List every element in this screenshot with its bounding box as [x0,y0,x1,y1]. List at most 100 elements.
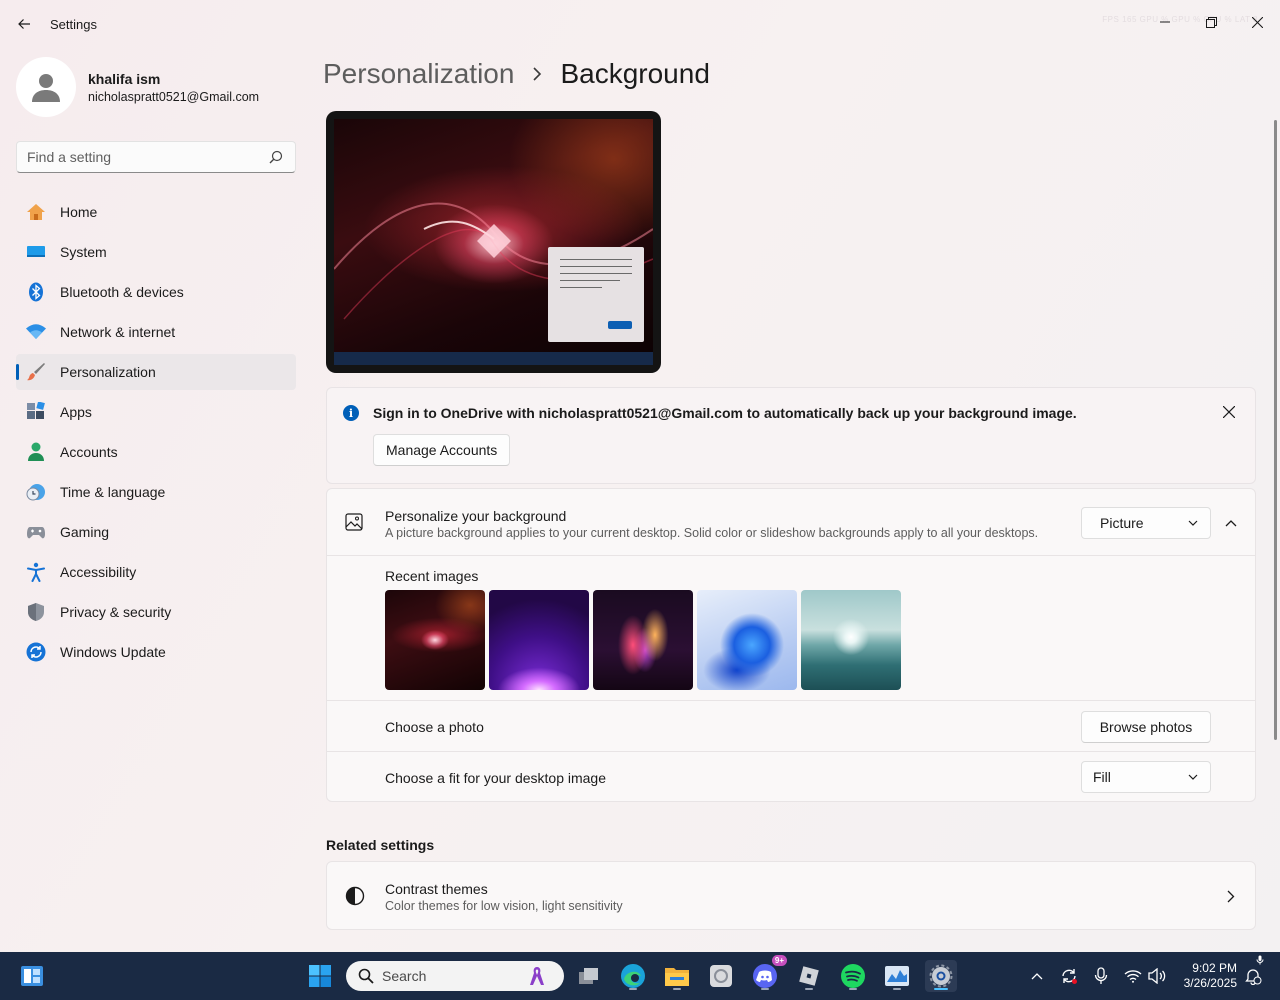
sidebar-item-system[interactable]: System [16,234,296,270]
taskbar-spotify[interactable] [837,960,869,992]
background-type-dropdown[interactable]: Picture [1081,507,1211,539]
scrollbar[interactable] [1274,120,1277,740]
close-window-button[interactable] [1234,6,1280,38]
chevron-up-icon [1225,519,1237,526]
browse-photos-button[interactable]: Browse photos [1081,711,1211,743]
roblox-icon [799,966,819,986]
sidebar-item-privacy-security[interactable]: Privacy & security [16,594,296,630]
fit-value: Fill [1093,769,1111,785]
personalize-title: Personalize your background [385,508,567,524]
taskbar-app-utility[interactable] [705,960,737,992]
recent-image-2[interactable] [489,590,589,690]
manage-accounts-button[interactable]: Manage Accounts [373,434,511,466]
profile-email: nicholaspratt0521@Gmail.com [88,89,260,104]
taskbar-search[interactable]: Search [346,961,564,991]
collapse-button[interactable] [1219,511,1243,535]
sync-tray-button[interactable] [1059,966,1079,986]
fit-dropdown[interactable]: Fill [1081,761,1211,793]
user-icon [32,74,60,102]
breadcrumb-parent[interactable]: Personalization [323,58,514,90]
task-view-button[interactable] [573,960,605,992]
awareness-ribbon-icon [530,967,544,985]
title-bar: Settings FPS 165 GPU % GPU % CPU % LAT 8 [0,0,1280,48]
microphone-icon [1256,955,1264,965]
contrast-themes-link[interactable]: Contrast themes Color themes for low vis… [326,861,1256,930]
desktop-preview [326,111,661,373]
personalize-background-row: Personalize your background A picture ba… [327,489,1255,556]
wifi-icon [26,322,46,342]
sync-icon [1062,969,1077,984]
user-profile[interactable]: khalifa ism nicholaspratt0521@Gmail.com [16,57,259,117]
clock-time: 9:02 PM [1192,961,1237,975]
breadcrumb: Personalization Background [323,58,710,90]
recent-image-4[interactable] [697,590,797,690]
page-title: Background [560,58,710,89]
avatar [16,57,76,117]
taskbar-clock[interactable]: 9:02 PM 3/26/2025 [1180,961,1237,991]
restore-button[interactable] [1188,6,1234,38]
divider [327,700,1255,701]
sidebar-item-accessibility[interactable]: Accessibility [16,554,296,590]
wifi-icon [1124,970,1142,983]
clock-globe-icon [26,482,46,502]
banner-text: Sign in to OneDrive with nicholaspratt05… [373,405,1077,421]
search-input[interactable] [17,149,257,165]
recent-image-1[interactable] [385,590,485,690]
task-view-icon [579,968,598,984]
info-icon: i [343,405,359,421]
minimize-icon [1160,21,1170,23]
volume-tray-button[interactable] [1147,966,1167,986]
banner-close-button[interactable] [1219,402,1239,422]
sidebar-nav: Home System Bluetooth & devices Network … [16,194,296,674]
app-title: Settings [50,17,97,32]
divider [327,751,1255,752]
sidebar-item-windows-update[interactable]: Windows Update [16,634,296,670]
taskbar-settings[interactable] [925,960,957,992]
microphone-tray-button[interactable] [1091,966,1111,986]
recent-image-3[interactable] [593,590,693,690]
notifications-button[interactable] [1243,966,1263,986]
apps-icon [26,402,46,422]
bell-icon [1245,969,1262,985]
taskbar-roblox[interactable] [793,960,825,992]
settings-search[interactable] [16,141,296,173]
update-icon [26,642,46,662]
sidebar-item-bluetooth[interactable]: Bluetooth & devices [16,274,296,310]
mic-in-use-indicator [1254,954,1266,966]
recent-image-5[interactable] [801,590,901,690]
sidebar-item-apps[interactable]: Apps [16,394,296,430]
sidebar-item-home[interactable]: Home [16,194,296,230]
sidebar-item-personalization[interactable]: Personalization [16,354,296,390]
accounts-icon [26,442,46,462]
recent-images-list [385,590,905,690]
widgets-button[interactable] [16,960,48,992]
chevron-right-icon [532,67,542,81]
spotify-icon [841,964,865,988]
gear-icon [929,964,953,988]
sidebar-item-network[interactable]: Network & internet [16,314,296,350]
taskbar-task-manager[interactable] [881,960,913,992]
back-button[interactable] [10,12,38,36]
edge-icon [621,964,645,988]
taskbar-search-label: Search [382,968,427,984]
image-icon [345,513,363,531]
personalize-description: A picture background applies to your cur… [385,526,1039,540]
back-arrow-icon [18,19,30,29]
profile-name: khalifa ism [88,70,161,87]
widgets-icon [21,966,43,986]
taskbar: Search 9+ 9:02 PM 3/26/2025 [0,952,1280,1000]
minimize-button[interactable] [1142,6,1188,38]
taskbar-file-explorer[interactable] [661,960,693,992]
taskbar-discord[interactable]: 9+ [749,955,787,992]
start-button[interactable] [304,960,336,992]
taskbar-edge[interactable] [617,960,649,992]
search-icon [269,150,283,164]
sidebar-item-time-language[interactable]: Time & language [16,474,296,510]
show-hidden-icons-button[interactable] [1027,966,1047,986]
chevron-right-icon [1227,890,1235,903]
bluetooth-icon [26,282,46,302]
sidebar-item-gaming[interactable]: Gaming [16,514,296,550]
sidebar-item-accounts[interactable]: Accounts [16,434,296,470]
onedrive-banner: i Sign in to OneDrive with nicholaspratt… [326,387,1256,484]
network-tray-button[interactable] [1123,966,1143,986]
